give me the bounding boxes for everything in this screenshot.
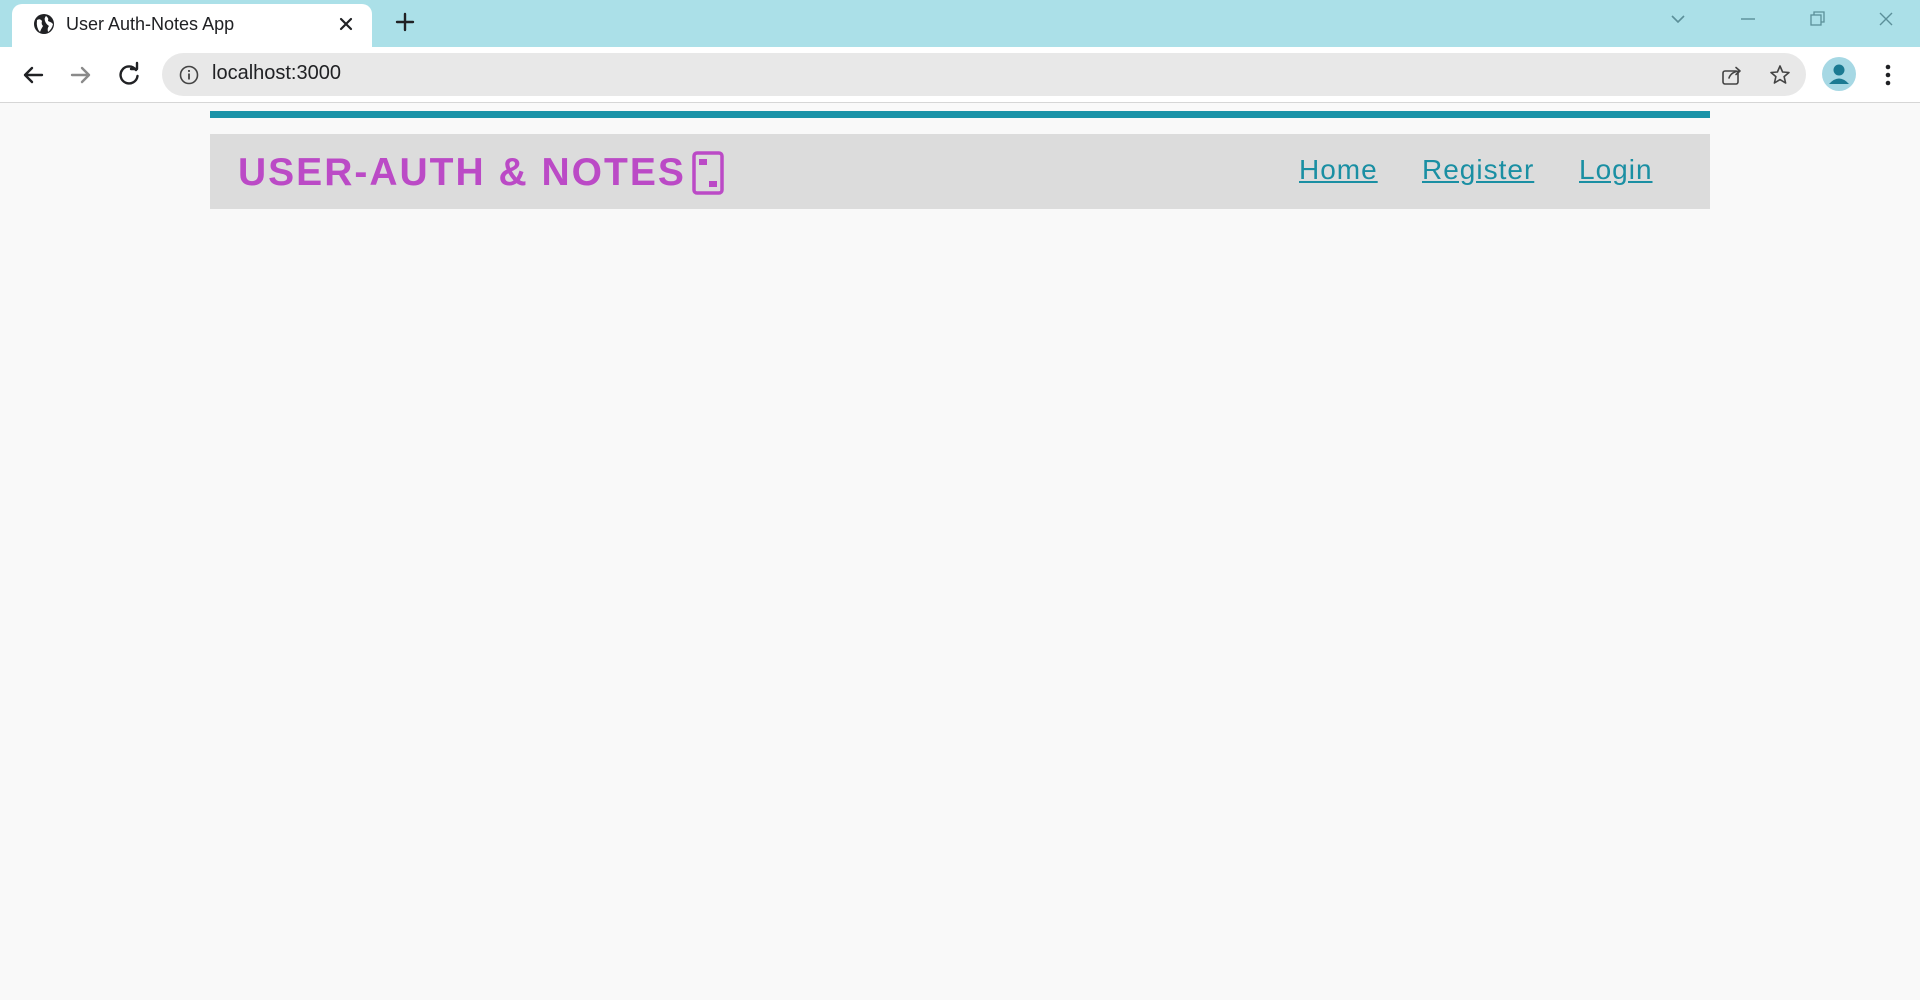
share-icon[interactable]	[1720, 63, 1744, 87]
tab-search-chevron-icon[interactable]	[1663, 6, 1693, 32]
reload-icon[interactable]	[114, 60, 144, 90]
nav-link-register[interactable]: Register	[1422, 154, 1534, 186]
globe-icon	[34, 14, 54, 34]
brand-title[interactable]: USER-AUTH & NOTES	[238, 151, 686, 195]
nav-link-login[interactable]: Login	[1579, 154, 1653, 186]
close-tab-icon[interactable]	[336, 14, 356, 34]
site-info-icon[interactable]	[178, 64, 200, 86]
browser-toolbar: localhost:3000	[0, 47, 1920, 103]
bookmark-star-icon[interactable]	[1768, 63, 1792, 87]
close-window-icon[interactable]	[1871, 6, 1901, 32]
tab-title: User Auth-Notes App	[66, 14, 235, 34]
minimize-icon[interactable]	[1733, 6, 1763, 32]
back-arrow-icon[interactable]	[18, 60, 48, 90]
page-content: USER-AUTH & NOTES Home Register Login	[0, 103, 1920, 1000]
browser-tab[interactable]: User Auth-Notes App	[12, 4, 372, 47]
app-navbar: USER-AUTH & NOTES Home Register Login	[210, 134, 1710, 209]
menu-kebab-icon[interactable]	[1876, 60, 1900, 90]
nav-link-home[interactable]: Home	[1299, 154, 1378, 186]
profile-avatar[interactable]	[1822, 57, 1856, 91]
browser-tab-strip: User Auth-Notes App	[0, 0, 1920, 47]
restore-icon[interactable]	[1802, 6, 1832, 32]
url-text[interactable]: localhost:3000	[212, 62, 341, 85]
person-icon	[1829, 64, 1849, 84]
top-accent-bar	[210, 111, 1710, 118]
new-tab-icon[interactable]	[393, 10, 417, 34]
forward-arrow-icon[interactable]	[66, 60, 96, 90]
address-bar[interactable]: localhost:3000	[162, 53, 1806, 96]
tablet-icon	[692, 151, 724, 195]
